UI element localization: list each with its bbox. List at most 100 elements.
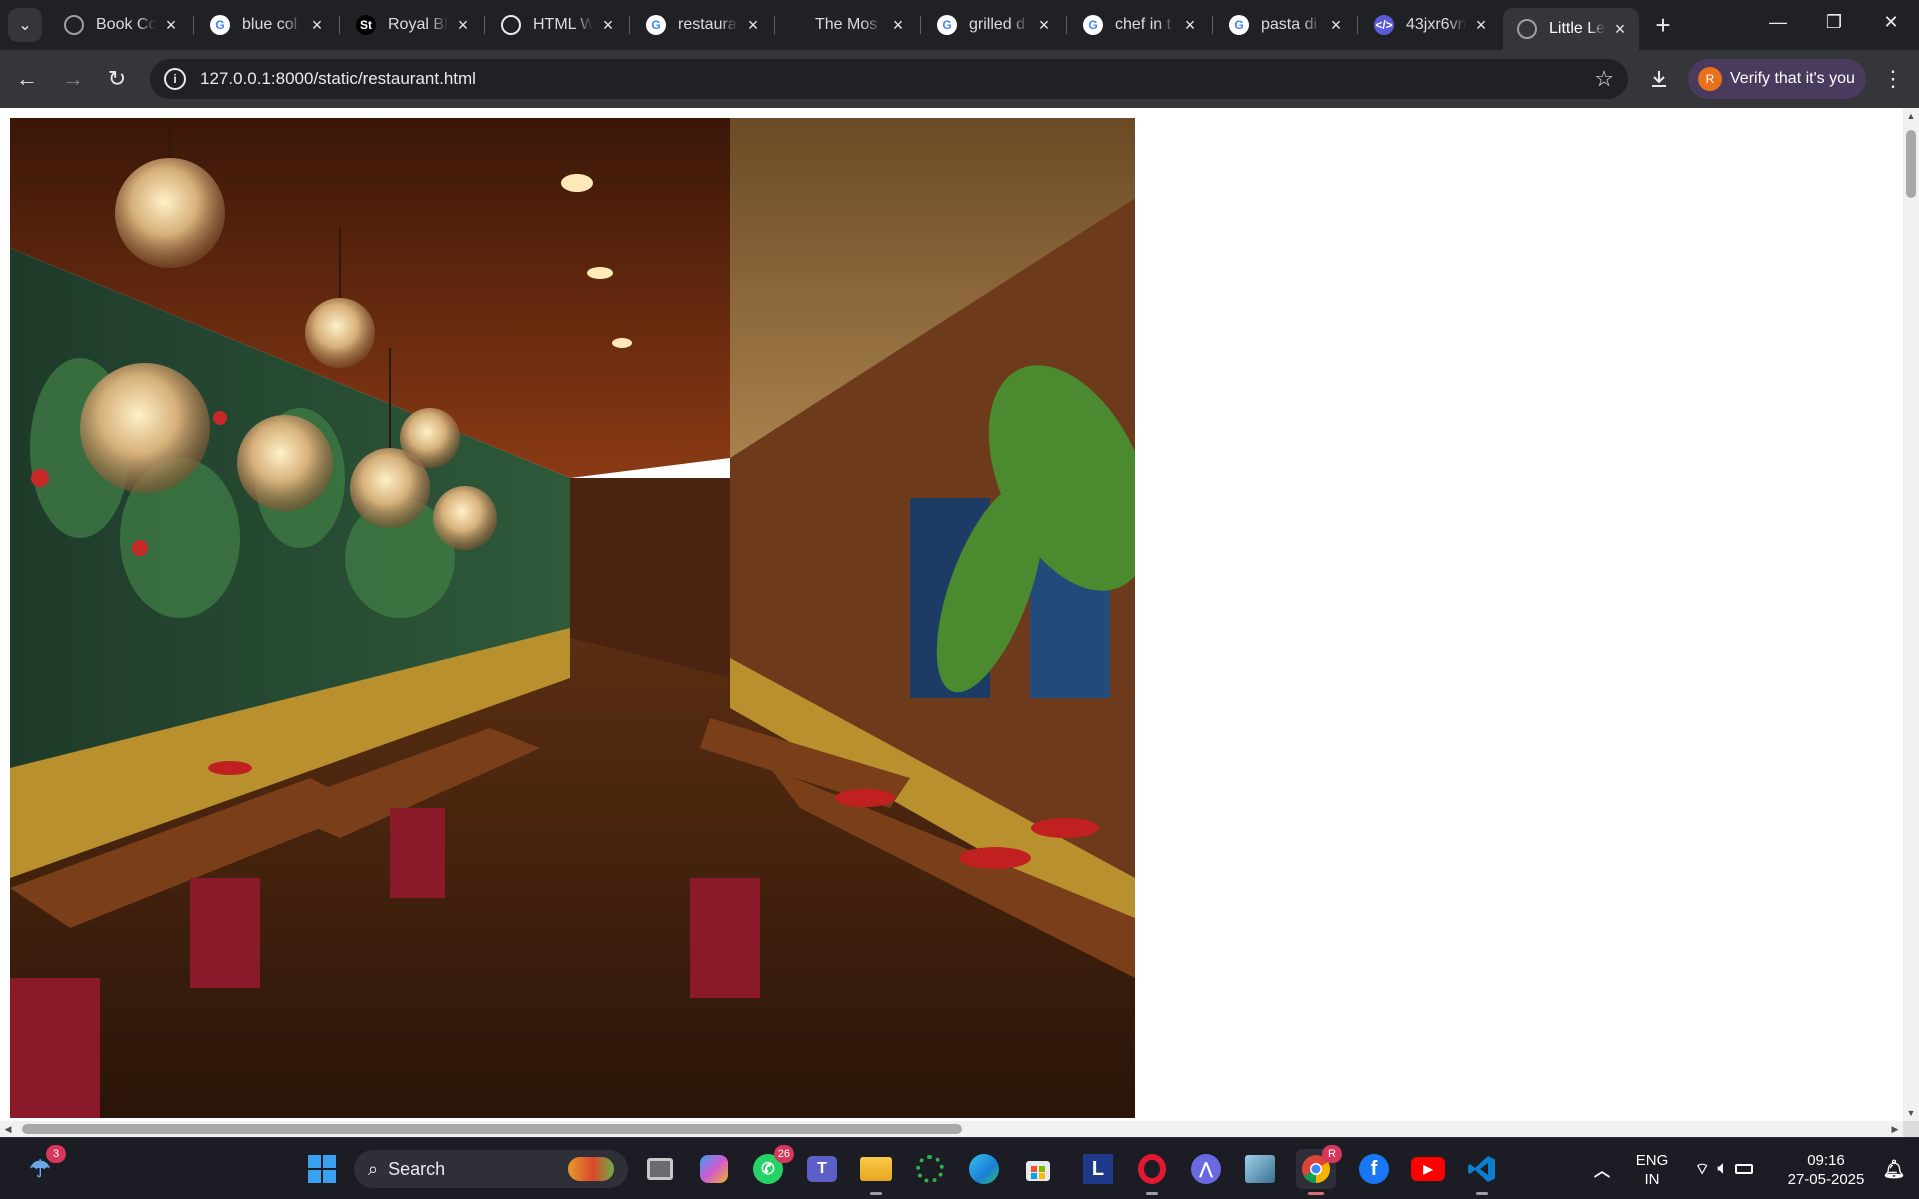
file-explorer-button[interactable] [856,1149,896,1195]
tab-title: chef in t [1115,16,1172,33]
restore-button[interactable]: ❐ [1806,0,1862,44]
tab-title: restaura [678,16,737,33]
tab-strip: ⌄ Book Co × G blue col × St Royal Bl × H… [0,0,1919,50]
google-icon: G [1229,15,1249,35]
chrome-button[interactable]: R [1296,1145,1342,1195]
close-icon[interactable]: × [599,15,617,35]
image-app-button[interactable] [1240,1149,1280,1189]
close-icon[interactable]: × [162,15,180,35]
opera-button[interactable] [1132,1149,1172,1195]
horizontal-scrollbar[interactable]: ◀ ▶ [0,1121,1903,1137]
start-button[interactable] [302,1149,342,1189]
facebook-button[interactable]: f [1354,1149,1394,1189]
taskbar-search[interactable]: ⌕ Search [354,1150,628,1188]
google-icon: G [937,15,957,35]
vertical-scrollbar[interactable]: ▲ ▼ [1903,108,1919,1121]
tab-blue-color[interactable]: G blue col × [196,8,336,42]
tab-code[interactable]: </> 43jxr6vn × [1360,8,1500,42]
l-app-button[interactable]: L [1078,1149,1118,1189]
info-icon[interactable]: i [164,68,186,90]
app-button-green-ring[interactable] [910,1149,950,1189]
teams-icon: T [807,1156,837,1182]
teams-button[interactable]: T [802,1149,842,1189]
tab-separator [1357,16,1358,34]
task-view-button[interactable] [640,1149,680,1189]
task-view-icon [647,1158,673,1180]
arrow-right-icon: → [62,66,84,91]
tab-grilled[interactable]: G grilled d × [923,8,1063,42]
clock-date: 27-05-2025 [1787,1171,1865,1188]
vscode-button[interactable] [1462,1149,1502,1195]
language-indicator[interactable]: ENG IN [1632,1151,1672,1189]
close-icon[interactable]: × [1472,15,1490,35]
back-button[interactable]: ← [10,62,44,96]
scroll-down-icon[interactable]: ▼ [1906,1108,1916,1118]
close-icon[interactable]: × [744,15,762,35]
downloads-button[interactable] [1642,62,1676,96]
tab-html[interactable]: HTML W × [487,8,627,42]
notification-button[interactable]: 🔔︎ [1876,1149,1912,1189]
youtube-button[interactable]: ▶ [1408,1149,1448,1189]
tab-chef[interactable]: G chef in t × [1069,8,1209,42]
close-icon[interactable]: × [1611,19,1629,39]
close-icon[interactable]: × [1327,15,1345,35]
edge-icon [969,1154,999,1184]
network-sound-battery[interactable]: ⌔ 🔈︎ [1684,1149,1764,1189]
close-icon[interactable]: × [889,15,907,35]
tab-title: Little Le [1549,20,1605,37]
minimize-icon: — [1769,11,1787,32]
close-icon: ✕ [1883,11,1899,32]
store-icon [1026,1161,1050,1181]
folder-icon [860,1157,892,1181]
close-icon[interactable]: × [1181,15,1199,35]
browser-menu-button[interactable]: ⋮ [1876,62,1910,96]
tab-book[interactable]: Book Co × [50,8,190,42]
volume-icon: 🔈︎ [1717,1160,1728,1177]
tray-overflow-button[interactable]: ︿ [1584,1149,1620,1189]
profile-verify-chip[interactable]: R Verify that it's you [1688,59,1866,99]
page-viewport [0,108,1903,1121]
address-bar[interactable]: i 127.0.0.1:8000/static/restaurant.html … [150,59,1628,99]
google-icon: G [646,15,666,35]
url-text[interactable]: 127.0.0.1:8000/static/restaurant.html [200,69,476,89]
scroll-right-icon[interactable]: ▶ [1890,1124,1900,1134]
store-button[interactable] [1018,1149,1058,1189]
tab-title: The Mos [815,16,878,33]
reload-button[interactable]: ↻ [100,62,134,96]
bookmark-star-icon[interactable]: ☆ [1594,66,1614,92]
tab-pasta[interactable]: G pasta di × [1215,8,1355,42]
tab-the-most[interactable]: The Mos × [777,8,917,42]
whatsapp-button[interactable]: ✆ 26 [748,1145,794,1189]
tab-separator [774,16,775,34]
close-icon[interactable]: × [308,15,326,35]
browser-toolbar: ← → ↻ i 127.0.0.1:8000/static/restaurant… [0,50,1919,108]
new-tab-button[interactable]: + [1648,10,1678,40]
scroll-up-icon[interactable]: ▲ [1906,111,1916,121]
clock[interactable]: 09:16 27-05-2025 [1776,1151,1876,1189]
search-highlight-icon [568,1157,614,1181]
tab-search-button[interactable]: ⌄ [8,8,42,42]
close-window-button[interactable]: ✕ [1863,0,1919,44]
minimize-button[interactable]: — [1750,0,1806,44]
horizontal-scroll-thumb[interactable] [22,1124,962,1134]
proton-button[interactable]: ⋀ [1186,1149,1226,1189]
close-icon[interactable]: × [1035,15,1053,35]
language-line1: ENG [1635,1152,1669,1169]
close-icon[interactable]: × [454,15,472,35]
l-letter-icon: L [1083,1154,1113,1184]
tab-title: Book Co [96,16,156,33]
tab-title: Royal Bl [388,16,448,33]
verify-label: Verify that it's you [1730,70,1855,87]
tab-royal-blue[interactable]: St Royal Bl × [342,8,482,42]
tab-title: 43jxr6vn [1406,16,1466,33]
weather-widget[interactable]: ☂ 3 [20,1145,66,1189]
vertical-scroll-thumb[interactable] [1906,130,1916,198]
tab-restaurant[interactable]: G restaura × [632,8,772,42]
edge-button[interactable] [964,1149,1004,1189]
globe-icon [64,15,84,35]
forward-button[interactable]: → [56,62,90,96]
scroll-left-icon[interactable]: ◀ [3,1124,13,1134]
tab-little-lemon[interactable]: Little Le × [1503,8,1639,50]
tab-separator [339,16,340,34]
copilot-button[interactable] [694,1149,734,1189]
